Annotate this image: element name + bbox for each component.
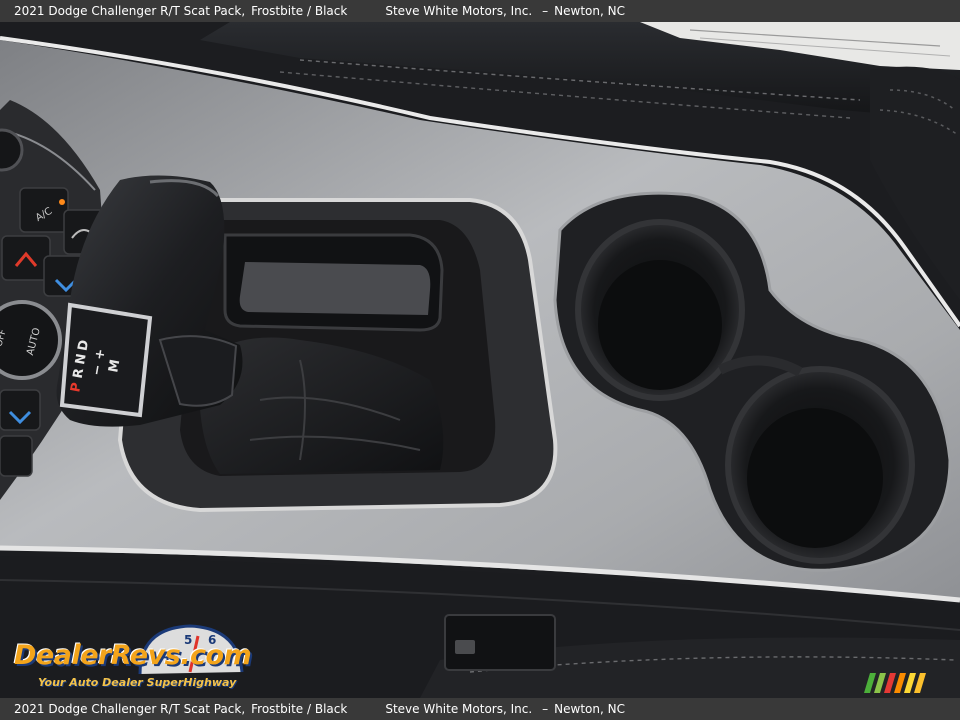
caption-color: Frostbite / Black xyxy=(251,4,348,18)
caption-separator: – xyxy=(542,4,549,18)
gear-letter: M xyxy=(106,358,123,373)
caption-separator: – xyxy=(542,702,549,716)
caption-bar-top: 2021 Dodge Challenger R/T Scat Pack, Fros… xyxy=(0,0,960,22)
caption-location: Newton, NC xyxy=(554,702,625,716)
caption-vehicle: 2021 Dodge Challenger R/T Scat Pack, xyxy=(14,4,246,18)
caption-bar-bottom: 2021 Dodge Challenger R/T Scat Pack, Fros… xyxy=(0,698,960,720)
caption-dealer: Steve White Motors, Inc. xyxy=(385,702,533,716)
logo-wordmark: DealerRevs.com xyxy=(14,640,252,671)
caption-dealer: Steve White Motors, Inc. xyxy=(385,4,533,18)
caption-location: Newton, NC xyxy=(554,4,625,18)
caption-color: Frostbite / Black xyxy=(251,702,348,716)
caption-vehicle: 2021 Dodge Challenger R/T Scat Pack, xyxy=(14,702,246,716)
rubber-mat xyxy=(239,262,431,315)
fan-down-button xyxy=(1,235,51,281)
dealerrevs-logo: 4 5 6 DealerRevs.com Your Auto Dealer Su… xyxy=(10,622,270,696)
console-photo: A/C AUTO OFF P R N D − + M xyxy=(0,22,960,698)
stripes-logo xyxy=(864,673,926,693)
logo-tagline: Your Auto Dealer SuperHighway xyxy=(38,676,237,689)
